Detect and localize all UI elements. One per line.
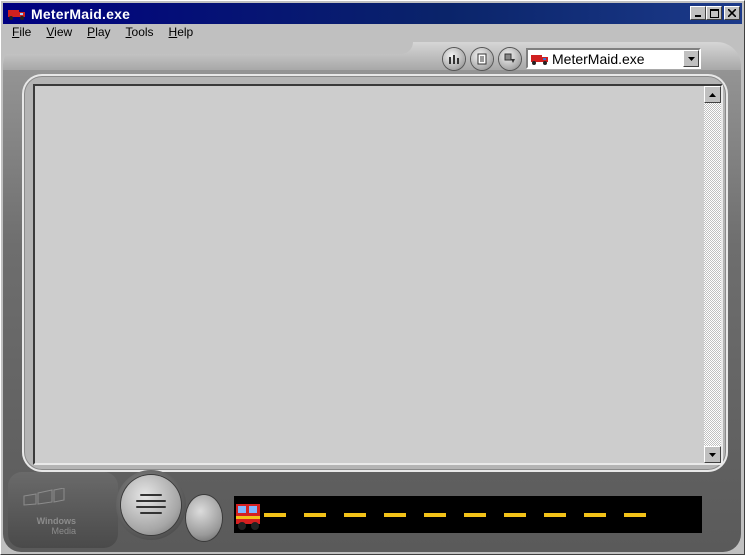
red-truck-icon — [8, 9, 25, 20]
download-icon — [504, 53, 515, 63]
maximize-button[interactable] — [706, 6, 722, 20]
media-select-value: MeterMaid.exe — [552, 50, 645, 67]
video-display[interactable] — [33, 84, 723, 465]
windows-logo-icon — [23, 488, 65, 506]
download-button[interactable] — [499, 48, 521, 70]
menu-file[interactable]: File — [3, 24, 37, 41]
stop-button[interactable] — [186, 495, 222, 541]
menu-play[interactable]: Play — [78, 24, 116, 41]
title-bar[interactable]: MeterMaid.exe — [3, 3, 742, 24]
equalizer-button[interactable] — [443, 48, 465, 70]
maximize-icon — [709, 8, 719, 18]
dropdown-arrow-button[interactable] — [683, 50, 699, 67]
skin-notch — [3, 42, 413, 54]
media-info-button[interactable] — [471, 48, 493, 70]
close-icon — [728, 9, 736, 17]
grille-icon — [136, 494, 166, 514]
play-pause-button[interactable] — [121, 475, 181, 535]
arrow-up-icon — [709, 92, 716, 97]
red-truck-icon — [531, 54, 548, 65]
menu-view[interactable]: View — [37, 24, 78, 41]
arrow-down-icon — [709, 452, 716, 457]
menu-bar: File View Play Tools Help — [3, 24, 742, 41]
minimize-icon — [695, 15, 701, 17]
equalizer-icon — [449, 55, 459, 64]
media-select-dropdown[interactable]: MeterMaid.exe — [526, 48, 701, 69]
chevron-down-icon — [687, 56, 695, 61]
scroll-up-button[interactable] — [704, 86, 721, 103]
windows-media-logo: Windows Media — [20, 488, 80, 536]
road-dashes — [264, 513, 694, 517]
logo-text-windows: Windows — [36, 516, 76, 526]
truck-seek-thumb-icon[interactable] — [234, 500, 264, 532]
logo-text-media: Media — [51, 526, 76, 536]
scroll-down-button[interactable] — [704, 446, 721, 463]
vertical-scrollbar[interactable] — [704, 86, 721, 463]
close-button[interactable] — [724, 6, 740, 20]
menu-help[interactable]: Help — [160, 24, 200, 41]
document-icon — [477, 53, 487, 65]
minimize-button[interactable] — [690, 6, 706, 20]
window-title: MeterMaid.exe — [31, 5, 131, 22]
menu-tools[interactable]: Tools — [117, 24, 160, 41]
